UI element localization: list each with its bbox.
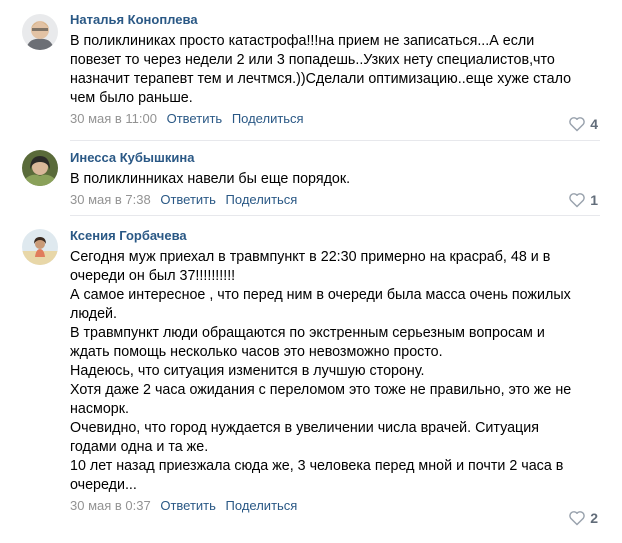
comment-meta: 30 мая в 0:37 Ответить Поделиться bbox=[70, 497, 600, 515]
share-button[interactable]: Поделиться bbox=[226, 192, 298, 207]
comment-author[interactable]: Инесса Кубышкина bbox=[70, 150, 600, 166]
share-button[interactable]: Поделиться bbox=[232, 111, 304, 126]
comment-text-line: повезет то через недели 2 или 3 попадешь… bbox=[70, 52, 555, 68]
comment-text-line: людей. bbox=[70, 306, 118, 322]
comment-text-line: Хотя даже 2 часа ожидания с переломом эт… bbox=[70, 382, 572, 398]
heart-outline-icon bbox=[569, 511, 586, 526]
heart-outline-icon bbox=[569, 193, 586, 208]
comment-text-line: очереди... bbox=[70, 477, 137, 493]
comment-text-line: очереди он был 37!!!!!!!!!! bbox=[70, 268, 236, 284]
comment-text: Сегодня муж приехал в травмпункт в 22:30… bbox=[70, 248, 600, 495]
comment-text-line: Сегодня муж приехал в травмпункт в 22:30… bbox=[70, 249, 551, 265]
heart-outline-icon bbox=[569, 117, 586, 132]
comment-author[interactable]: Ксения Горбачева bbox=[70, 228, 600, 244]
reply-button[interactable]: Ответить bbox=[160, 498, 216, 513]
comment-text-line: чем было раньше. bbox=[70, 90, 193, 106]
comment: Ксения Горбачева Сегодня муж приехал в т… bbox=[0, 216, 622, 543]
comment-text-line: назначит терапевт тем и лечтмся.))Сделал… bbox=[70, 71, 572, 87]
comment-date[interactable]: 30 мая в 11:00 bbox=[70, 111, 157, 126]
avatar[interactable] bbox=[22, 229, 58, 265]
comment-text-line: А самое интересное , что перед ним в оче… bbox=[70, 287, 571, 303]
reply-button[interactable]: Ответить bbox=[160, 192, 216, 207]
comment-text-line: насморк. bbox=[70, 401, 129, 417]
comment-text-line: Надеюсь, что ситуация изменится в лучшую… bbox=[70, 363, 425, 379]
comment-date[interactable]: 30 мая в 7:38 bbox=[70, 192, 151, 207]
like-button[interactable]: 1 bbox=[568, 192, 598, 208]
like-button[interactable]: 4 bbox=[568, 116, 598, 132]
reply-button[interactable]: Ответить bbox=[167, 111, 223, 126]
like-button[interactable]: 2 bbox=[568, 510, 598, 526]
comment-text-line: В травмпункт люди обращаются по экстренн… bbox=[70, 325, 545, 341]
comment: Наталья Коноплева В поликлиниках просто … bbox=[0, 0, 622, 145]
like-count: 4 bbox=[590, 116, 598, 132]
comment-text-line: ждать помощь несколько часов это невозмо… bbox=[70, 344, 443, 360]
like-count: 2 bbox=[590, 510, 598, 526]
comment-meta: 30 мая в 7:38 Ответить Поделиться bbox=[70, 191, 600, 209]
comment-text: В поликлинниках навели бы еще порядок. bbox=[70, 170, 600, 189]
comment-text-line: Очевидно, что город нуждается в увеличен… bbox=[70, 420, 539, 436]
comment-text-line: 10 лет назад приезжала сюда же, 3 челове… bbox=[70, 458, 564, 474]
comment-author[interactable]: Наталья Коноплева bbox=[70, 12, 600, 28]
comment-date[interactable]: 30 мая в 0:37 bbox=[70, 498, 151, 513]
comment-text-line: В поликлинниках навели бы еще порядок. bbox=[70, 171, 351, 187]
comment-text: В поликлиниках просто катастрофа!!!на пр… bbox=[70, 32, 600, 108]
share-button[interactable]: Поделиться bbox=[226, 498, 298, 513]
comment-text-line: годами одна и та же. bbox=[70, 439, 209, 455]
comment: Инесса Кубышкина В поликлинниках навели … bbox=[0, 141, 622, 217]
avatar[interactable] bbox=[22, 150, 58, 186]
comment-meta: 30 мая в 11:00 Ответить Поделиться bbox=[70, 110, 600, 128]
avatar[interactable] bbox=[22, 14, 58, 50]
like-count: 1 bbox=[590, 192, 598, 208]
comment-text-line: В поликлиниках просто катастрофа!!!на пр… bbox=[70, 33, 535, 49]
